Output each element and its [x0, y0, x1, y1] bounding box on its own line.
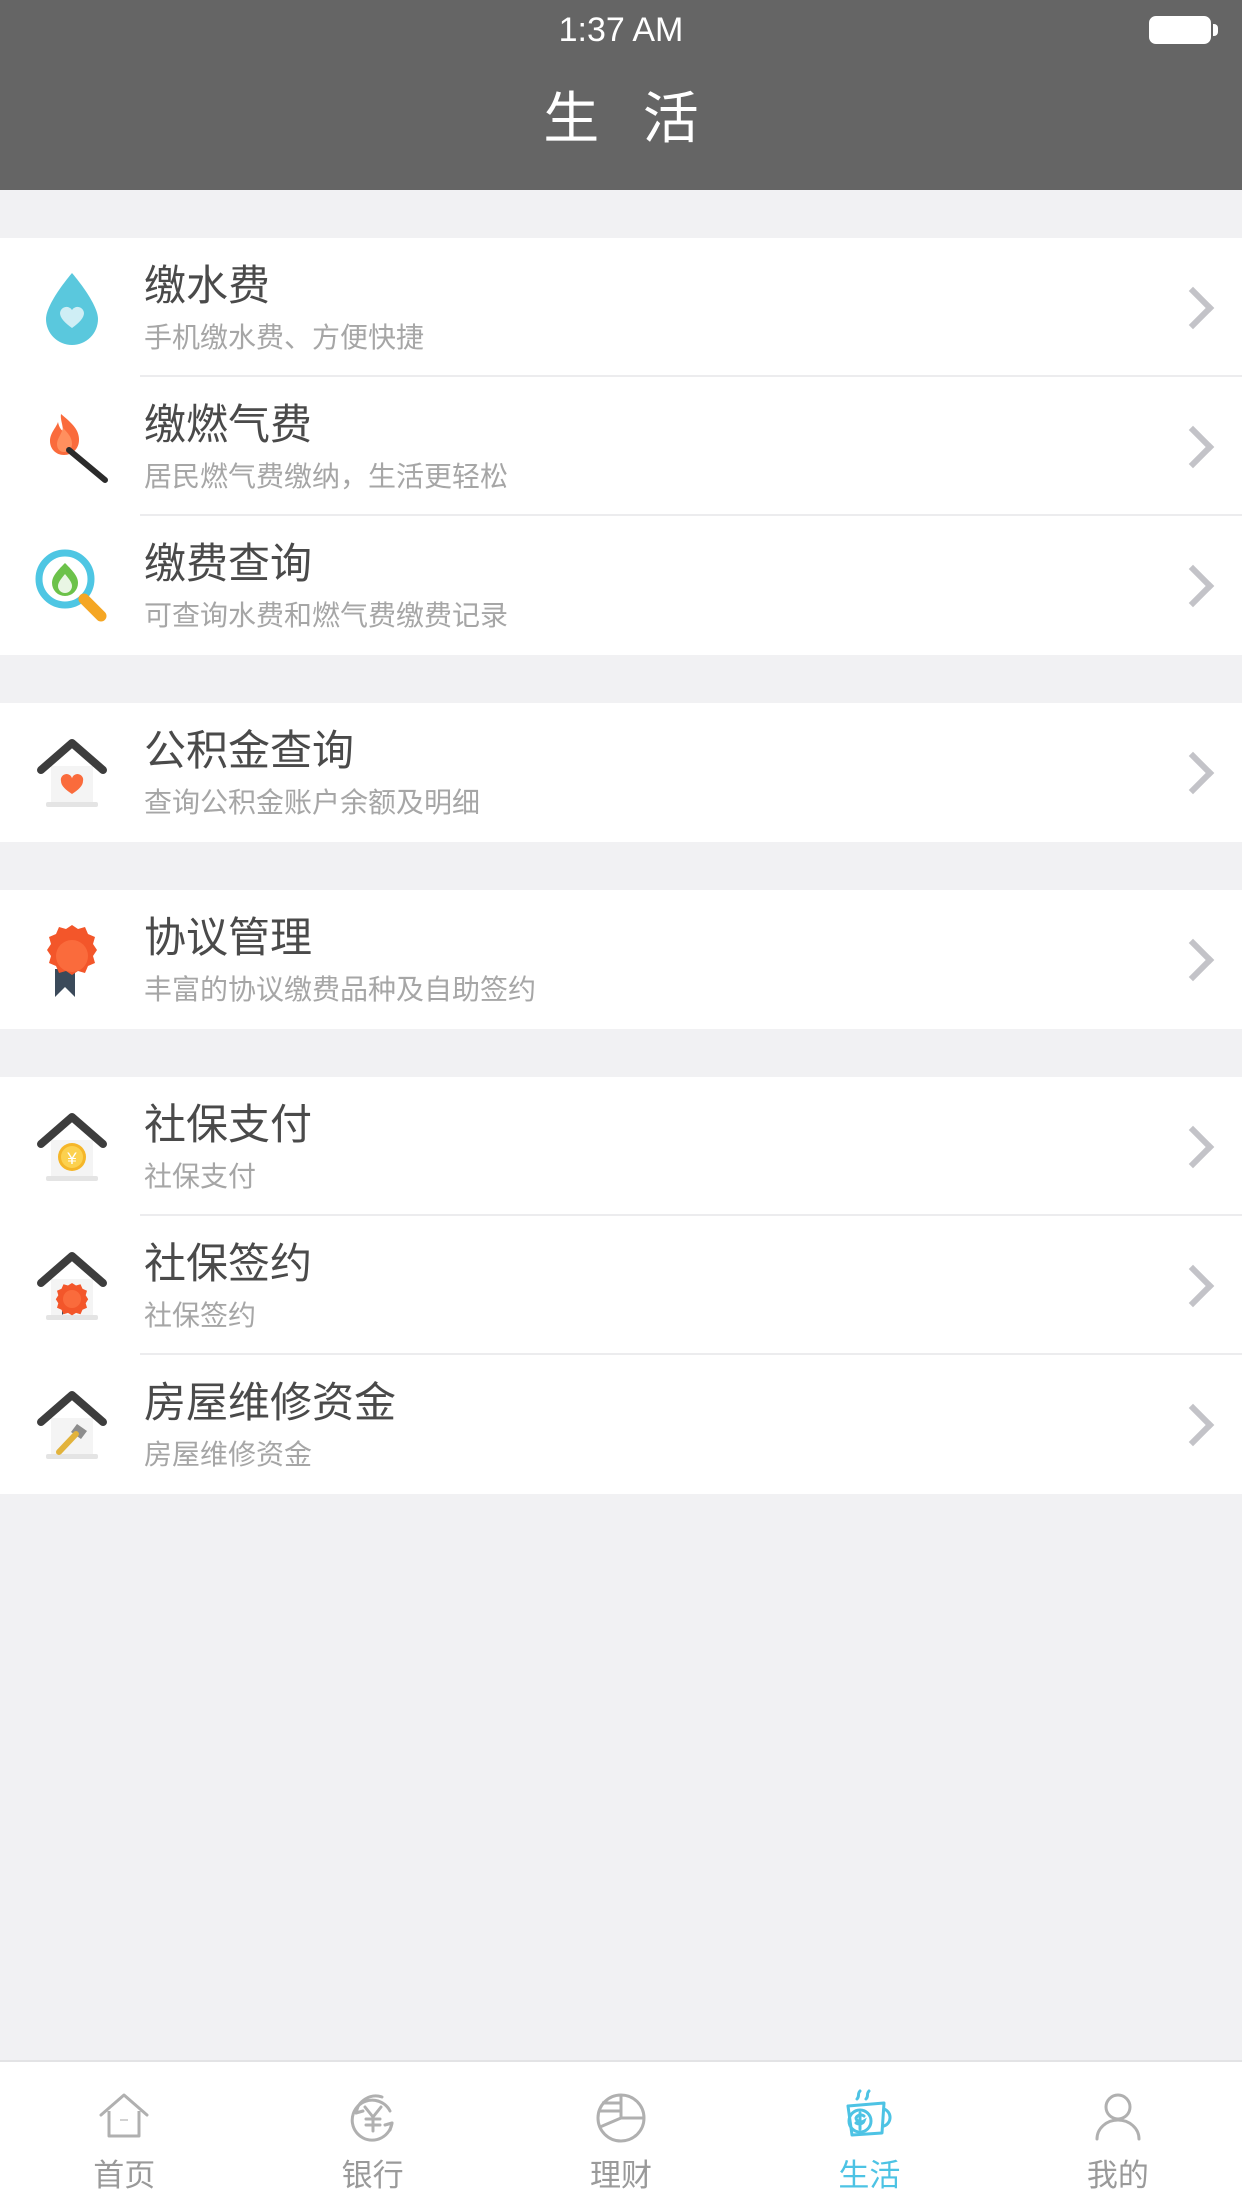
list-item-subtitle: 可查询水费和燃气费缴费记录: [144, 600, 509, 632]
page-title: 生 活: [543, 87, 713, 150]
list-item-payment-inquiry[interactable]: 缴费查询 可查询水费和燃气费缴费记录: [0, 516, 1242, 655]
list-item-agreement-management[interactable]: 协议管理 丰富的协议缴费品种及自助签约: [0, 890, 1242, 1029]
chevron-right-icon: [1174, 1260, 1214, 1312]
list-item-subtitle: 社保支付: [144, 1161, 257, 1193]
status-bar: 1:37 AM: [0, 0, 1242, 60]
battery-body: [1149, 16, 1211, 44]
section-gap: [0, 842, 1242, 890]
list-item-text: 协议管理 丰富的协议缴费品种及自助签约: [120, 913, 1174, 1007]
battery-cap: [1213, 24, 1218, 36]
tab-bank[interactable]: 银行: [248, 2062, 496, 2208]
section-housing-fund: 公积金查询 查询公积金账户余额及明细: [0, 703, 1242, 842]
list-item-subtitle: 手机缴水费、方便快捷: [144, 322, 425, 354]
list-item-title: 缴燃气费: [144, 400, 313, 448]
svg-text:¥: ¥: [66, 1149, 77, 1168]
battery-full-icon: [1149, 16, 1218, 44]
list-item-text: 社保签约 社保签约: [120, 1239, 1174, 1333]
match-flame-icon: [24, 399, 120, 495]
award-ribbon-icon: [24, 912, 120, 1008]
person-outline-icon: [1087, 2085, 1149, 2151]
tab-label: 银行: [341, 2158, 404, 2193]
section-social-security: ¥ 社保支付 社保支付 社保签约 社保签约 房屋维修资金 房屋维修资金: [0, 1077, 1242, 1494]
list-item-title: 房屋维修资金: [144, 1378, 397, 1426]
tab-label: 首页: [93, 2158, 156, 2193]
chevron-right-icon: [1174, 934, 1214, 986]
pie-chart-icon: [590, 2085, 652, 2151]
chevron-right-icon: [1174, 747, 1214, 799]
house-hammer-icon: [24, 1377, 120, 1473]
list-item-title: 社保签约: [144, 1239, 313, 1287]
list-item-social-security-payment[interactable]: ¥ 社保支付 社保支付: [0, 1077, 1242, 1216]
chevron-right-icon: [1174, 560, 1214, 612]
section-gap: [0, 655, 1242, 703]
list-item-subtitle: 居民燃气费缴纳，生活更轻松: [144, 461, 509, 493]
list-item-text: 社保支付 社保支付: [120, 1100, 1174, 1194]
tab-label: 我的: [1086, 2158, 1149, 2193]
chevron-right-icon: [1174, 1399, 1214, 1451]
magnifier-flame-icon: [24, 538, 120, 634]
header: 1:37 AM 生 活: [0, 0, 1242, 190]
tab-profile[interactable]: 我的: [994, 2062, 1242, 2208]
list-item-title: 社保支付: [144, 1100, 313, 1148]
list-item-pay-water[interactable]: 缴水费 手机缴水费、方便快捷: [0, 238, 1242, 377]
list-item-house-repair-fund[interactable]: 房屋维修资金 房屋维修资金: [0, 1355, 1242, 1494]
list-item-subtitle: 房屋维修资金: [144, 1439, 313, 1471]
list-item-text: 公积金查询 查询公积金账户余额及明细: [120, 726, 1174, 820]
bottom-tab-bar: 首页 银行 理财 生活 我的: [0, 2060, 1242, 2208]
chevron-right-icon: [1174, 421, 1214, 473]
house-badge-icon: [24, 1238, 120, 1334]
chevron-right-icon: [1174, 1121, 1214, 1173]
tab-home[interactable]: 首页: [0, 2062, 248, 2208]
list-item-text: 缴费查询 可查询水费和燃气费缴费记录: [120, 539, 1174, 633]
list-item-title: 公积金查询: [144, 726, 355, 774]
list-item-social-security-signup[interactable]: 社保签约 社保签约: [0, 1216, 1242, 1355]
tab-label: 理财: [590, 2158, 653, 2193]
list-item-title: 协议管理: [144, 913, 313, 961]
tab-finance[interactable]: 理财: [497, 2062, 745, 2208]
section-gap: [0, 190, 1242, 238]
section-agreements: 协议管理 丰富的协议缴费品种及自助签约: [0, 890, 1242, 1029]
status-time: 1:37 AM: [558, 10, 684, 49]
list-item-housing-fund-inquiry[interactable]: 公积金查询 查询公积金账户余额及明细: [0, 703, 1242, 842]
list-item-title: 缴费查询: [144, 539, 313, 587]
section-gap: [0, 1029, 1242, 1077]
bank-exchange-yen-icon: [342, 2085, 404, 2151]
house-heart-icon: [24, 725, 120, 821]
house-yen-coin-icon: ¥: [24, 1099, 120, 1195]
list-item-text: 缴燃气费 居民燃气费缴纳，生活更轻松: [120, 400, 1174, 494]
list-item-pay-gas[interactable]: 缴燃气费 居民燃气费缴纳，生活更轻松: [0, 377, 1242, 516]
app-screen: 1:37 AM 生 活 缴水费 手机缴水费、方便快捷 缴燃气费 居民燃气费缴纳，…: [0, 0, 1242, 2208]
chevron-right-icon: [1174, 282, 1214, 334]
list-item-title: 缴水费: [144, 261, 271, 309]
list-item-text: 缴水费 手机缴水费、方便快捷: [120, 261, 1174, 355]
content-scroll[interactable]: 缴水费 手机缴水费、方便快捷 缴燃气费 居民燃气费缴纳，生活更轻松 缴费查询 可…: [0, 190, 1242, 2060]
list-item-text: 房屋维修资金 房屋维修资金: [120, 1378, 1174, 1472]
bottom-gap: [0, 1494, 1242, 2060]
tab-label: 生活: [838, 2158, 901, 2193]
home-outline-icon: [93, 2085, 155, 2151]
tab-life[interactable]: 生活: [745, 2062, 993, 2208]
list-item-subtitle: 丰富的协议缴费品种及自助签约: [144, 974, 537, 1006]
list-item-subtitle: 查询公积金账户余额及明细: [144, 787, 481, 819]
coffee-cup-dollar-icon: [838, 2085, 900, 2151]
list-item-subtitle: 社保签约: [144, 1300, 257, 1332]
section-utilities: 缴水费 手机缴水费、方便快捷 缴燃气费 居民燃气费缴纳，生活更轻松 缴费查询 可…: [0, 238, 1242, 655]
water-drop-icon: [24, 260, 120, 356]
